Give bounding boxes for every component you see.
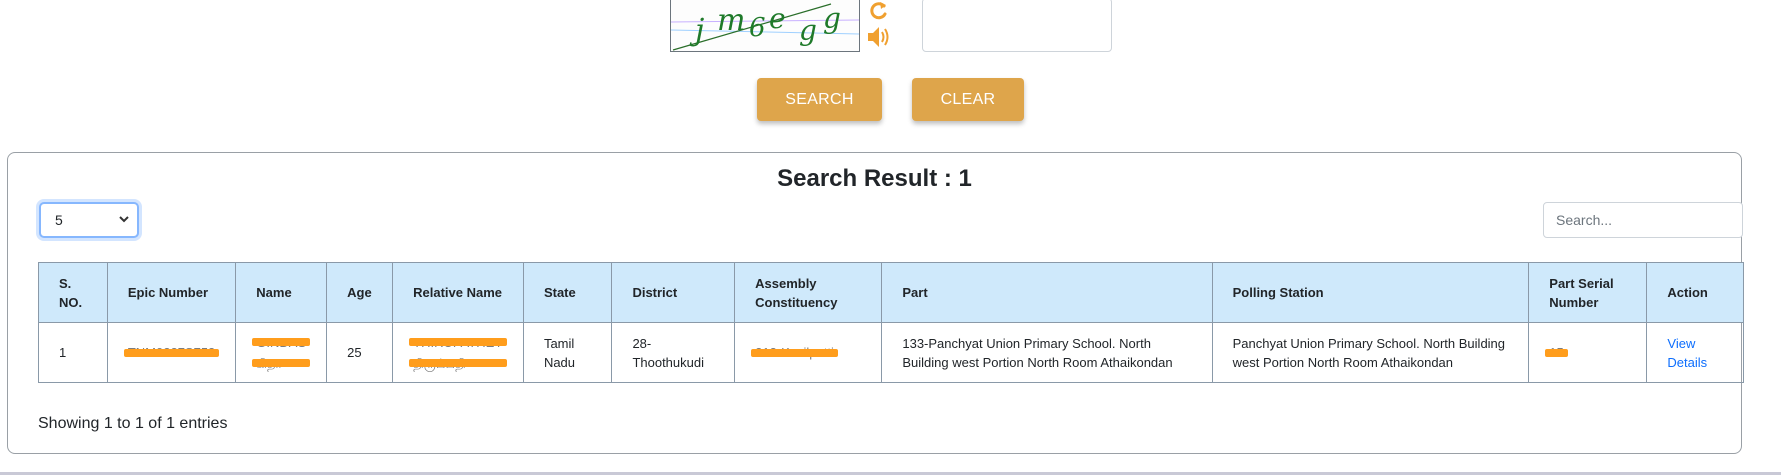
cell-state: Tamil Nadu	[522, 322, 613, 383]
col-part-serial: Part Serial Number	[1528, 262, 1648, 323]
cell-relative-name: THIRUPATHEY திருப்பதி	[392, 322, 524, 383]
refresh-icon[interactable]	[866, 0, 894, 24]
col-district: District	[611, 262, 736, 323]
svg-text:g: g	[799, 14, 817, 47]
redacted-relative-ta: திருப்பதி	[409, 354, 507, 373]
table-info: Showing 1 to 1 of 1 entries	[38, 415, 228, 432]
cell-part-serial: 15	[1528, 322, 1648, 383]
chevron-down-icon	[117, 212, 131, 229]
cell-age: 25	[326, 322, 394, 383]
clear-button[interactable]: CLEAR	[912, 78, 1024, 121]
captcha-controls	[866, 0, 896, 48]
col-state: State	[522, 262, 613, 323]
table-row: 1 TNM0227S753 GINDAS கிதா 25 THIRUPATHEY…	[38, 322, 1744, 383]
col-action: Action	[1646, 262, 1744, 323]
redacted-epic: TNM0227S753	[123, 345, 220, 360]
captcha-image: j m 6 e g g	[670, 0, 860, 52]
results-panel: Search Result : 1 5 Search... S. NO. Epi…	[7, 152, 1744, 454]
col-part: Part	[881, 262, 1213, 323]
cell-sno: 1	[38, 322, 108, 383]
svg-text:m: m	[717, 3, 745, 38]
captcha-input[interactable]	[922, 0, 1112, 52]
table-search-input[interactable]: Search...	[1543, 202, 1743, 238]
col-age: Age	[326, 262, 394, 323]
cell-polling-station: Panchyat Union Primary School. North Bui…	[1211, 322, 1530, 383]
redacted-name-ta: கிதா	[252, 354, 310, 373]
col-assembly: Assembly Constituency	[734, 262, 883, 323]
view-details-link[interactable]: View Details	[1667, 336, 1707, 370]
cell-epic: TNM0227S753	[106, 322, 237, 383]
cell-assembly: 213-Kovilpatti	[734, 322, 883, 383]
cell-name: GINDAS கிதா	[235, 322, 328, 383]
results-title: Search Result : 1	[777, 165, 972, 192]
col-polling-station: Polling Station	[1211, 262, 1530, 323]
col-relative-name: Relative Name	[392, 262, 524, 323]
results-table: S. NO. Epic Number Name Age Relative Nam…	[38, 262, 1744, 383]
svg-text:g: g	[823, 2, 841, 35]
redacted-name-en: GINDAS	[252, 334, 310, 350]
redacted-part-serial: 15	[1545, 345, 1569, 360]
page-size-select[interactable]: 5	[39, 202, 139, 238]
table-header-row: S. NO. Epic Number Name Age Relative Nam…	[38, 262, 1744, 323]
search-button[interactable]: SEARCH	[757, 78, 882, 121]
svg-text:6: 6	[749, 13, 766, 43]
cell-action: View Details	[1646, 322, 1744, 383]
col-name: Name	[235, 262, 328, 323]
svg-text:e: e	[769, 2, 786, 35]
speaker-icon[interactable]	[866, 24, 894, 48]
redacted-assembly: 213-Kovilpatti	[751, 345, 838, 360]
cell-part: 133-Panchyat Union Primary School. North…	[881, 322, 1213, 383]
col-epic: Epic Number	[106, 262, 237, 323]
page-size-value: 5	[55, 212, 63, 228]
cell-district: 28-Thoothukudi	[611, 322, 736, 383]
col-sno: S. NO.	[38, 262, 108, 323]
redacted-relative-en: THIRUPATHEY	[409, 334, 507, 350]
